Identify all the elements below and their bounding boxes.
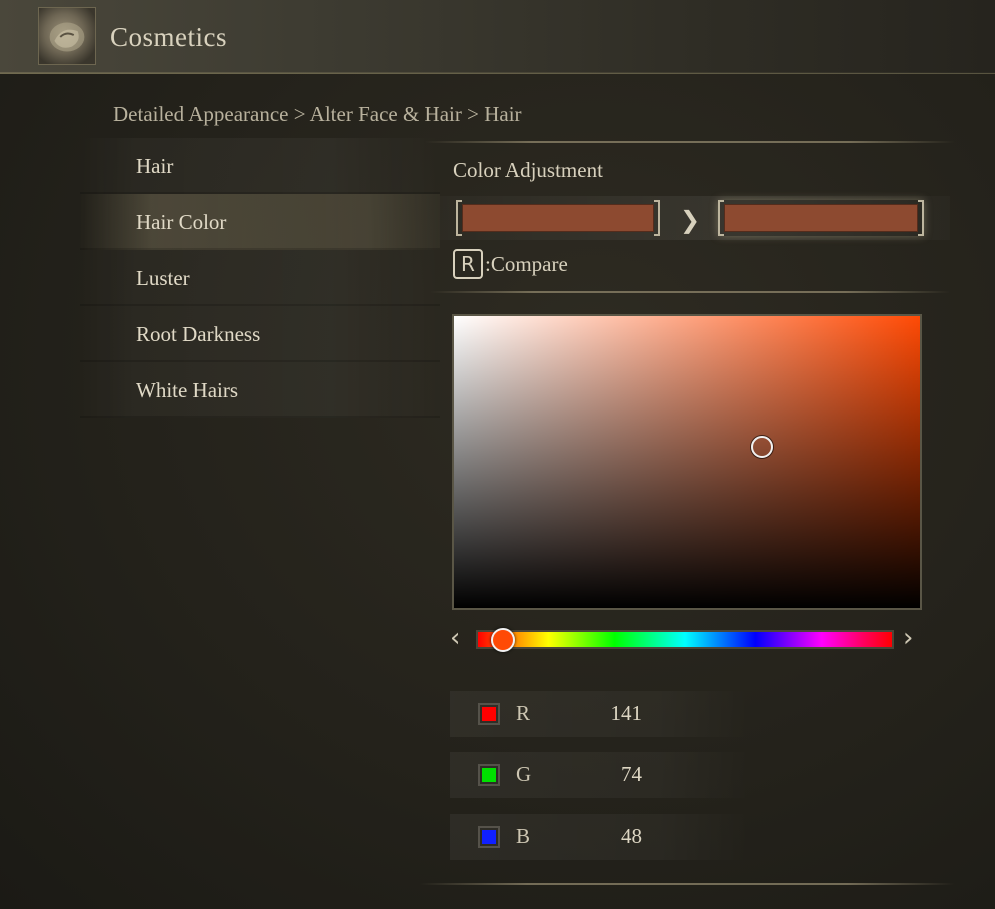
hue-slider-knob[interactable] — [490, 628, 515, 652]
before-color-swatch — [462, 204, 654, 232]
header-bar: Cosmetics — [0, 0, 995, 74]
cosmetics-emblem-icon — [38, 7, 96, 65]
panel-bottom-divider — [420, 883, 955, 885]
menu-item-luster[interactable]: Luster — [80, 250, 440, 306]
chevron-left-icon[interactable]: ‹ — [450, 623, 460, 653]
panel-top-divider — [425, 141, 955, 143]
appearance-menu: Hair Hair Color Luster Root Darkness Whi… — [80, 138, 440, 418]
breadcrumb: Detailed Appearance > Alter Face & Hair … — [113, 102, 522, 126]
compare-label: :Compare — [485, 251, 568, 276]
color-picker-cursor[interactable] — [750, 436, 773, 459]
menu-item-label: White Hairs — [136, 378, 239, 402]
rgb-label: G — [516, 762, 532, 786]
rgb-value: 74 — [621, 762, 642, 786]
hue-slider[interactable] — [476, 630, 894, 649]
before-color-frame — [456, 200, 660, 236]
green-chip-icon — [478, 764, 500, 786]
r-key-icon: R — [453, 249, 483, 279]
after-color-frame — [718, 200, 924, 236]
section-title: Color Adjustment — [453, 158, 603, 182]
menu-item-label: Hair — [136, 154, 174, 178]
red-chip-icon — [478, 703, 500, 725]
menu-item-hair-color[interactable]: Hair Color — [80, 194, 440, 250]
menu-item-hair[interactable]: Hair — [80, 138, 440, 194]
menu-item-white-hairs[interactable]: White Hairs — [80, 362, 440, 418]
rgb-value: 141 — [610, 701, 643, 725]
rgb-row-blue[interactable]: B 48 — [450, 814, 750, 860]
rgb-row-green[interactable]: G 74 — [450, 752, 750, 798]
chevron-right-icon: ❯ — [680, 206, 701, 234]
panel-mid-divider — [430, 291, 950, 293]
rgb-value: 48 — [621, 824, 642, 848]
menu-item-label: Luster — [136, 266, 190, 290]
after-color-swatch — [724, 204, 918, 232]
menu-item-label: Hair Color — [136, 210, 227, 234]
saturation-value-picker[interactable] — [452, 314, 922, 610]
page-title: Cosmetics — [110, 22, 227, 52]
menu-item-label: Root Darkness — [136, 322, 261, 346]
blue-chip-icon — [478, 826, 500, 848]
compare-hint[interactable]: R :Compare — [453, 249, 568, 279]
chevron-right-icon[interactable]: › — [903, 623, 913, 653]
rgb-label: B — [516, 824, 531, 848]
rgb-row-red[interactable]: R 141 — [450, 691, 750, 737]
rgb-label: R — [516, 701, 531, 725]
menu-item-root-darkness[interactable]: Root Darkness — [80, 306, 440, 362]
